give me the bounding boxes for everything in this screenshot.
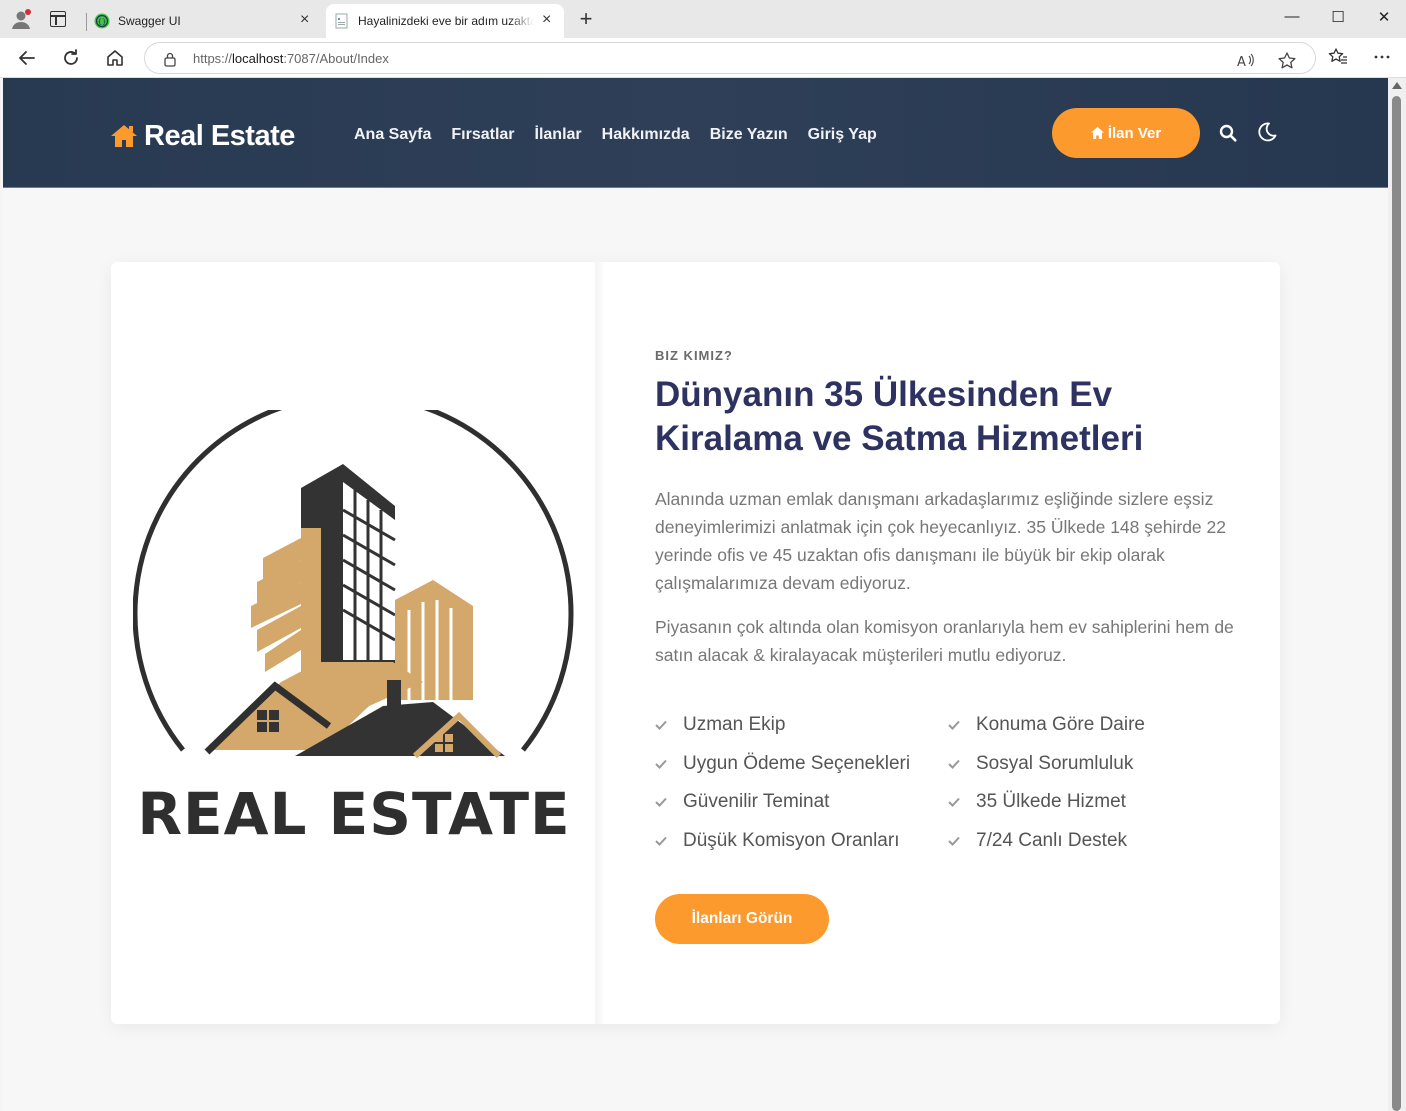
brand-name: Real Estate: [144, 119, 295, 152]
url-host: localhost: [232, 51, 284, 66]
feature-label: Düşük Komisyon Oranları: [683, 830, 900, 851]
feature-item: Konuma Göre Daire: [948, 714, 1145, 736]
profile-icon[interactable]: [10, 8, 32, 30]
feature-item: Uzman Ekip: [655, 714, 785, 736]
new-tab-button[interactable]: +: [576, 8, 596, 30]
site-logo[interactable]: Real Estate: [110, 118, 295, 154]
close-tab-icon[interactable]: ×: [542, 12, 556, 28]
favorites-icon[interactable]: [1328, 47, 1348, 67]
nav-ilanlar[interactable]: İlanlar: [535, 126, 582, 144]
nav-firsatlar[interactable]: Fırsatlar: [451, 126, 514, 144]
check-icon: [948, 797, 960, 807]
about-card: REAL ESTATE BIZ KIMIZ? Dünyanın 35 Ülkes…: [111, 262, 1280, 1024]
section-heading: Dünyanın 35 Ülkesinden Ev Kiralama ve Sa…: [655, 373, 1235, 461]
feature-label: Sosyal Sorumluluk: [976, 753, 1134, 774]
page-viewport: Real Estate Ana Sayfa Fırsatlar İlanlar …: [0, 78, 1406, 1111]
nav-hakkimizda[interactable]: Hakkımızda: [602, 126, 690, 144]
url-path: :7087/About/Index: [283, 51, 389, 66]
swagger-favicon-icon: {}: [94, 13, 110, 29]
heading-line-2: Kiralama ve Satma Hizmetleri: [655, 419, 1144, 458]
check-icon: [655, 720, 667, 730]
view-listings-button[interactable]: İlanları Görün: [655, 894, 829, 944]
about-content: BIZ KIMIZ? Dünyanın 35 Ülkesinden Ev Kir…: [655, 348, 1235, 944]
heading-line-1: Dünyanın 35 Ülkesinden Ev: [655, 375, 1113, 414]
feature-item: Güvenilir Teminat: [655, 791, 829, 813]
tab-title: Hayalinizdeki eve bir adım uzaktasınız: [358, 14, 534, 28]
nav-bize-yazin[interactable]: Bize Yazın: [710, 126, 788, 144]
feature-label: Konuma Göre Daire: [976, 714, 1145, 735]
scrollbar-thumb[interactable]: [1392, 96, 1401, 1111]
card-divider: [595, 262, 605, 1024]
section-eyebrow: BIZ KIMIZ?: [655, 348, 733, 363]
nav-ana-sayfa[interactable]: Ana Sayfa: [354, 126, 431, 144]
check-icon: [655, 836, 667, 846]
check-icon: [655, 797, 667, 807]
tab-separator: [86, 13, 87, 31]
more-options-icon[interactable]: [1372, 47, 1392, 67]
minimize-button[interactable]: —: [1277, 8, 1307, 25]
search-icon[interactable]: [1218, 123, 1238, 143]
page-favicon-icon: [335, 13, 348, 29]
feature-item: 35 Ülkede Hizmet: [948, 791, 1126, 813]
home-icon[interactable]: [104, 47, 126, 69]
address-toolbar: https://localhost:7087/About/Index A: [0, 38, 1406, 78]
url-text[interactable]: https://localhost:7087/About/Index: [193, 51, 389, 66]
tab-about[interactable]: Hayalinizdeki eve bir adım uzaktasınız ×: [326, 4, 564, 38]
browser-tab-bar: {} Swagger UI × Hayalinizdeki eve bir ad…: [0, 0, 1406, 38]
post-listing-button[interactable]: İlan Ver: [1052, 108, 1200, 158]
maximize-button[interactable]: ☐: [1323, 8, 1353, 26]
nav-giris-yap[interactable]: Giriş Yap: [808, 126, 877, 144]
check-icon: [948, 836, 960, 846]
tab-swagger[interactable]: {} Swagger UI ×: [86, 4, 322, 38]
svg-text:{}: {}: [98, 18, 107, 26]
feature-label: Uzman Ekip: [683, 714, 786, 735]
page: Real Estate Ana Sayfa Fırsatlar İlanlar …: [3, 78, 1388, 1111]
close-window-button[interactable]: ✕: [1369, 8, 1399, 26]
lock-icon[interactable]: [163, 51, 177, 67]
logo-wordmark: REAL ESTATE: [137, 780, 571, 848]
check-icon: [948, 720, 960, 730]
tab-title: Swagger UI: [118, 14, 181, 28]
feature-label: 7/24 Canlı Destek: [976, 830, 1128, 851]
feature-label: Güvenilir Teminat: [683, 791, 830, 812]
post-listing-label: İlan Ver: [1107, 124, 1162, 142]
tab-actions-icon[interactable]: [50, 11, 66, 27]
refresh-icon[interactable]: [60, 47, 82, 69]
back-icon[interactable]: [16, 47, 38, 69]
read-aloud-icon[interactable]: A: [1235, 51, 1255, 71]
feature-item: 7/24 Canlı Destek: [948, 830, 1127, 852]
scroll-up-arrow-icon[interactable]: [1392, 82, 1402, 89]
feature-label: Uygun Ödeme Seçenekleri: [683, 753, 911, 774]
feature-label: 35 Ülkede Hizmet: [976, 791, 1126, 812]
svg-text:A: A: [1237, 55, 1246, 70]
main-nav: Ana Sayfa Fırsatlar İlanlar Hakkımızda B…: [354, 126, 897, 144]
close-tab-icon[interactable]: ×: [300, 12, 314, 28]
favorite-star-icon[interactable]: [1277, 51, 1297, 71]
real-estate-emblem-icon: [132, 393, 574, 759]
url-bar[interactable]: https://localhost:7087/About/Index A: [144, 42, 1316, 74]
url-prefix: https://: [193, 51, 233, 66]
home-small-icon: [1090, 127, 1104, 139]
feature-item: Sosyal Sorumluluk: [948, 753, 1133, 775]
about-paragraph-2: Piyasanın çok altında olan komisyon oran…: [655, 617, 1234, 665]
feature-item: Düşük Komisyon Oranları: [655, 830, 899, 852]
site-header: Real Estate Ana Sayfa Fırsatlar İlanlar …: [3, 78, 1388, 188]
check-icon: [948, 759, 960, 769]
real-estate-logo: REAL ESTATE: [132, 393, 575, 850]
about-paragraph-1: Alanında uzman emlak danışmanı arkadaşla…: [655, 489, 1226, 593]
house-icon: [111, 125, 137, 147]
dark-mode-icon[interactable]: [1256, 121, 1278, 143]
vertical-scrollbar[interactable]: [1388, 78, 1406, 1111]
feature-item: Uygun Ödeme Seçenekleri: [655, 753, 910, 775]
check-icon: [655, 759, 667, 769]
